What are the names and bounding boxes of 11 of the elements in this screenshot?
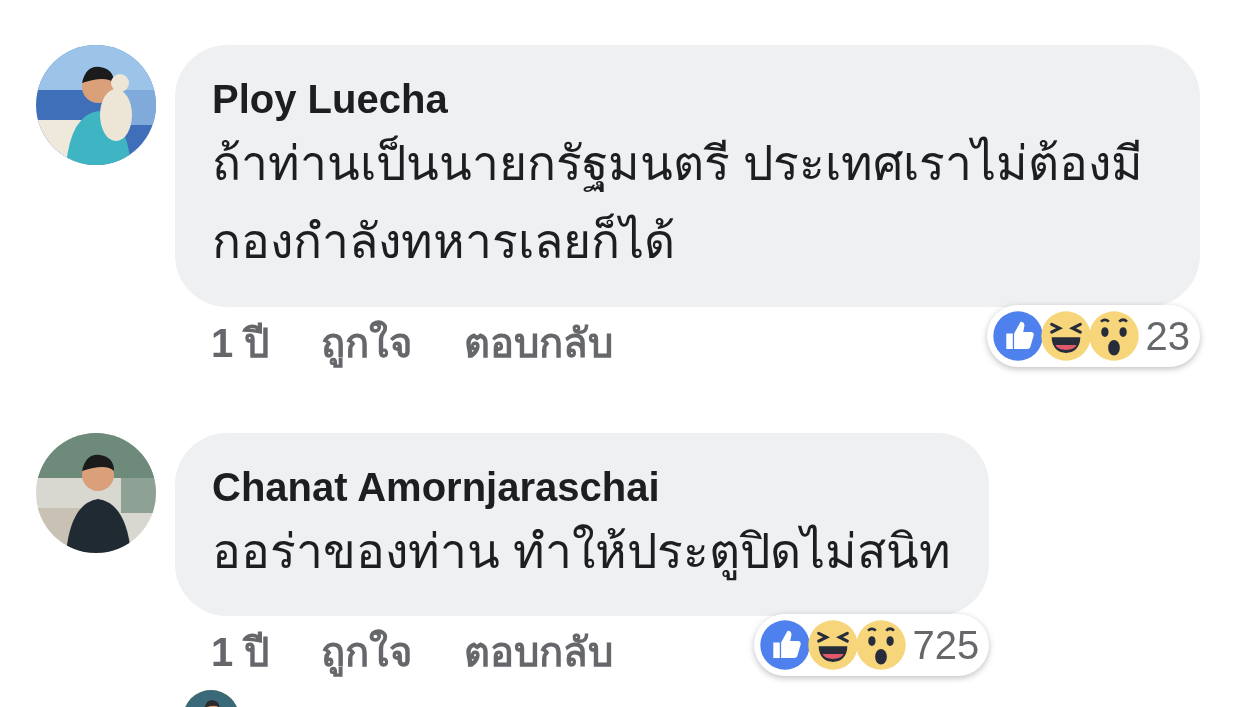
like-link[interactable]: ถูกใจ [321,622,413,683]
comment-text: ถ้าท่านเป็นนายกรัฐมนตรี ประเทศเราไม่ต้องมีกองกำลังทหารเลยก็ได้ [212,137,1144,268]
author-name[interactable]: Ploy Luecha [212,77,448,121]
reaction-summary[interactable]: 23 [986,304,1200,367]
like-link[interactable]: ถูกใจ [321,312,413,373]
timestamp-link[interactable]: 1 ปี [211,312,270,373]
reply-link[interactable]: ตอบกลับ [464,622,614,683]
reaction-summary[interactable]: 725 [753,614,990,677]
timestamp-link[interactable]: 1 ปี [211,622,270,683]
author-name[interactable]: Chanat Amornjaraschai [212,464,660,509]
reply-link[interactable]: ตอบกลับ [464,312,614,373]
